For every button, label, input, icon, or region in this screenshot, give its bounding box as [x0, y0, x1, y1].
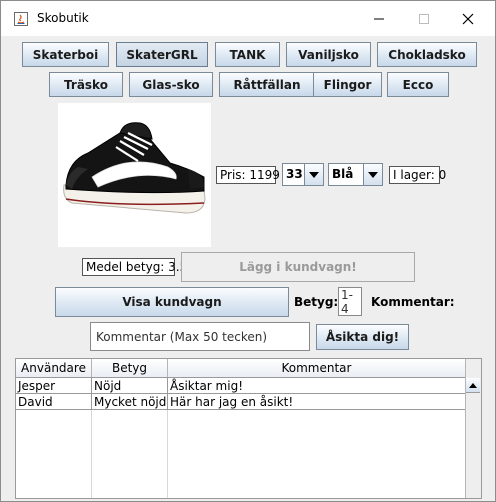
chevron-down-icon: [309, 171, 319, 178]
column-header-comment[interactable]: Kommentar: [168, 359, 466, 377]
table-header: Användare Betyg Kommentar: [16, 359, 466, 378]
table-row[interactable]: Jesper Nöjd Åsiktar mig!: [16, 378, 466, 394]
title-bar: Skobutik: [1, 1, 495, 36]
column-header-rating[interactable]: Betyg: [92, 359, 168, 377]
reviews-table: Användare Betyg Kommentar Jesper Nöjd Ås…: [15, 358, 482, 499]
minimize-button[interactable]: [364, 7, 394, 31]
column-header-user[interactable]: Användare: [16, 359, 92, 377]
comment-label: Kommentar:: [371, 295, 455, 309]
column-divider: [91, 410, 92, 498]
close-button[interactable]: [453, 7, 483, 31]
table-scrollbar[interactable]: [465, 359, 481, 498]
window-title: Skobutik: [37, 11, 89, 25]
shoe-button-ecco[interactable]: Ecco: [387, 72, 449, 97]
cell-rating: Mycket nöjd: [94, 394, 168, 409]
shoe-button-trasko[interactable]: Träsko: [49, 72, 123, 97]
size-dropdown-button[interactable]: [304, 164, 323, 185]
shoe-button-vaniljsko[interactable]: Vaniljsko: [286, 42, 371, 67]
cell-user: Jesper: [16, 378, 92, 393]
rating-input[interactable]: 1-4: [338, 287, 362, 316]
color-select[interactable]: Blå: [328, 163, 383, 186]
minimize-icon: [374, 18, 384, 20]
cell-rating: Nöjd: [92, 378, 168, 393]
submit-review-button[interactable]: Åsikta dig!: [316, 324, 409, 350]
cell-comment: Åsiktar mig!: [168, 378, 466, 393]
shoe-button-tank[interactable]: TANK: [215, 42, 280, 67]
shoe-button-skatergrl[interactable]: SkaterGRL: [116, 42, 208, 67]
comment-input[interactable]: Kommentar (Max 50 tecken): [90, 322, 310, 351]
shoe-button-flingor[interactable]: Flingor: [313, 72, 382, 97]
sneaker-image: [63, 122, 206, 214]
maximize-icon: [419, 14, 429, 24]
scroll-up-button[interactable]: [466, 378, 480, 393]
shoe-button-skaterboi[interactable]: Skaterboi: [22, 42, 109, 67]
stock-label: I lager: 0: [389, 166, 446, 184]
shoe-button-chokladsko[interactable]: Chokladsko: [377, 42, 477, 67]
cell-comment: Här har jag en åsikt!: [168, 394, 466, 409]
color-dropdown-button[interactable]: [363, 164, 382, 185]
add-to-cart-button[interactable]: Lägg i kundvagn!: [181, 252, 415, 282]
close-icon: [462, 13, 474, 25]
app-window: Skobutik Skaterboi SkaterGRL TANK Vanilj…: [0, 0, 496, 502]
shoe-button-glas-sko[interactable]: Glas-sko: [129, 72, 213, 97]
column-divider: [167, 410, 168, 498]
java-app-icon: [14, 12, 28, 26]
color-select-value: Blå: [332, 167, 354, 181]
size-select-value: 33: [286, 167, 303, 181]
average-rating-label: Medel betyg: 3.5: [82, 258, 187, 276]
table-row[interactable]: David Mycket nöjd Här har jag en åsikt!: [16, 394, 466, 410]
size-select[interactable]: 33: [282, 163, 324, 186]
shoe-button-rattfallan[interactable]: Råttfällan: [219, 72, 315, 97]
product-image: [58, 103, 211, 247]
maximize-button[interactable]: [409, 7, 439, 31]
price-label: Pris: 1199: [216, 166, 280, 184]
cell-user: David: [16, 394, 92, 409]
chevron-up-icon: [469, 382, 477, 388]
show-cart-button[interactable]: Visa kundvagn: [55, 287, 289, 317]
chevron-down-icon: [368, 171, 378, 178]
rating-label: Betyg:: [294, 295, 339, 309]
